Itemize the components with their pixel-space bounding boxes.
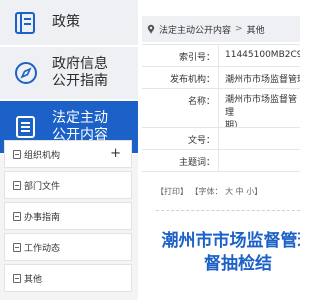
compass-icon <box>0 51 52 96</box>
nav-label-line1: 政府信息 <box>52 56 108 72</box>
sub-item-label: 部门文件 <box>24 181 61 192</box>
info-key: 名称： <box>187 97 215 107</box>
article-title: 潮州市市场监督管理 督抽检结 <box>158 230 301 276</box>
article-title-line2: 督抽检结 <box>204 254 272 274</box>
info-row-keywords: 主题词： <box>142 150 300 172</box>
info-key: 发布机构： <box>169 75 215 85</box>
sub-nav-list: 组织机构 + 部门文件 办事指南 工作动态 其他 <box>4 140 132 295</box>
sub-item-work-news[interactable]: 工作动态 <box>4 233 132 261</box>
nav-label-policy: 政策 <box>52 14 80 30</box>
font-size-prefix: 【字体： <box>190 187 223 196</box>
document-icon <box>13 273 21 283</box>
breadcrumb: 法定主动公开内容 > 其他 <box>142 16 300 42</box>
info-value: 11445100MB2C91 <box>218 45 300 66</box>
sidebar: 政策 政府信息 公开指南 法定主动 公开内容 组织机构 + 部门文件 办事指南 … <box>0 0 138 300</box>
sub-item-label: 组织机构 <box>24 150 61 161</box>
nav-item-gov-info-guide[interactable]: 政府信息 公开指南 <box>0 47 138 101</box>
article-tools: 【打印】 【字体： 大 中 小】 <box>156 186 262 197</box>
font-size-large[interactable]: 大 <box>225 187 233 196</box>
sub-item-label: 其他 <box>24 274 43 285</box>
sub-item-service-guide[interactable]: 办事指南 <box>4 202 132 230</box>
sub-item-label: 办事指南 <box>24 212 61 223</box>
info-key: 索引号： <box>178 53 215 63</box>
sub-item-organization[interactable]: 组织机构 + <box>4 140 132 168</box>
expand-plus-icon[interactable]: + <box>110 146 121 161</box>
info-row-doc-number: 文号： <box>142 128 300 150</box>
font-size-suffix: 】 <box>254 187 263 196</box>
nav-label-gov-info-guide: 政府信息 公开指南 <box>52 56 108 90</box>
info-value-line1: 潮州市市场监督管理 <box>225 95 298 118</box>
location-pin-icon <box>147 24 155 34</box>
breadcrumb-current: 其他 <box>246 25 265 36</box>
breadcrumb-section-link[interactable]: 法定主动公开内容 <box>159 23 231 36</box>
nav-item-policy[interactable]: 政策 <box>0 0 138 47</box>
sub-item-department-files[interactable]: 部门文件 <box>4 171 132 199</box>
info-value: 潮州市市场监督管理 <box>218 67 300 88</box>
font-size-medium[interactable]: 中 <box>236 187 244 196</box>
document-icon <box>13 180 21 190</box>
document-icon <box>13 242 21 252</box>
breadcrumb-separator: > <box>235 24 243 34</box>
article-title-line1: 潮州市市场监督管理 <box>161 231 301 251</box>
top-nav: 政策 政府信息 公开指南 法定主动 公开内容 <box>0 0 138 155</box>
document-icon <box>13 149 21 159</box>
nav-label-line2: 公开指南 <box>52 73 108 89</box>
divider <box>156 210 300 211</box>
sub-item-other[interactable]: 其他 <box>4 264 132 292</box>
info-row-name: 名称： 潮州市市场监督管理 期） <box>142 89 300 128</box>
info-key: 主题词： <box>178 158 215 168</box>
sub-item-label: 工作动态 <box>24 243 61 254</box>
info-value <box>218 128 300 149</box>
nav-label-statutory-content: 法定主动 公开内容 <box>52 110 108 144</box>
info-value: 潮州市市场监督管理 期） <box>218 89 300 127</box>
info-key: 文号： <box>187 136 215 146</box>
info-row-publisher: 发布机构： 潮州市市场监督管理 <box>142 67 300 89</box>
nav-label-line1: 法定主动 <box>52 110 108 126</box>
document-icon <box>13 211 21 221</box>
document-info-table: 索引号： 11445100MB2C91 发布机构： 潮州市市场监督管理 名称： … <box>142 44 300 172</box>
file-document-icon <box>0 0 52 45</box>
info-value-line2: 期） <box>225 121 244 127</box>
print-link[interactable]: 【打印】 <box>156 187 188 196</box>
font-size-small[interactable]: 小 <box>246 187 254 196</box>
info-row-index: 索引号： 11445100MB2C91 <box>142 45 300 67</box>
main-content: 法定主动公开内容 > 其他 索引号： 11445100MB2C91 发布机构： … <box>142 0 300 300</box>
info-value <box>218 150 300 171</box>
